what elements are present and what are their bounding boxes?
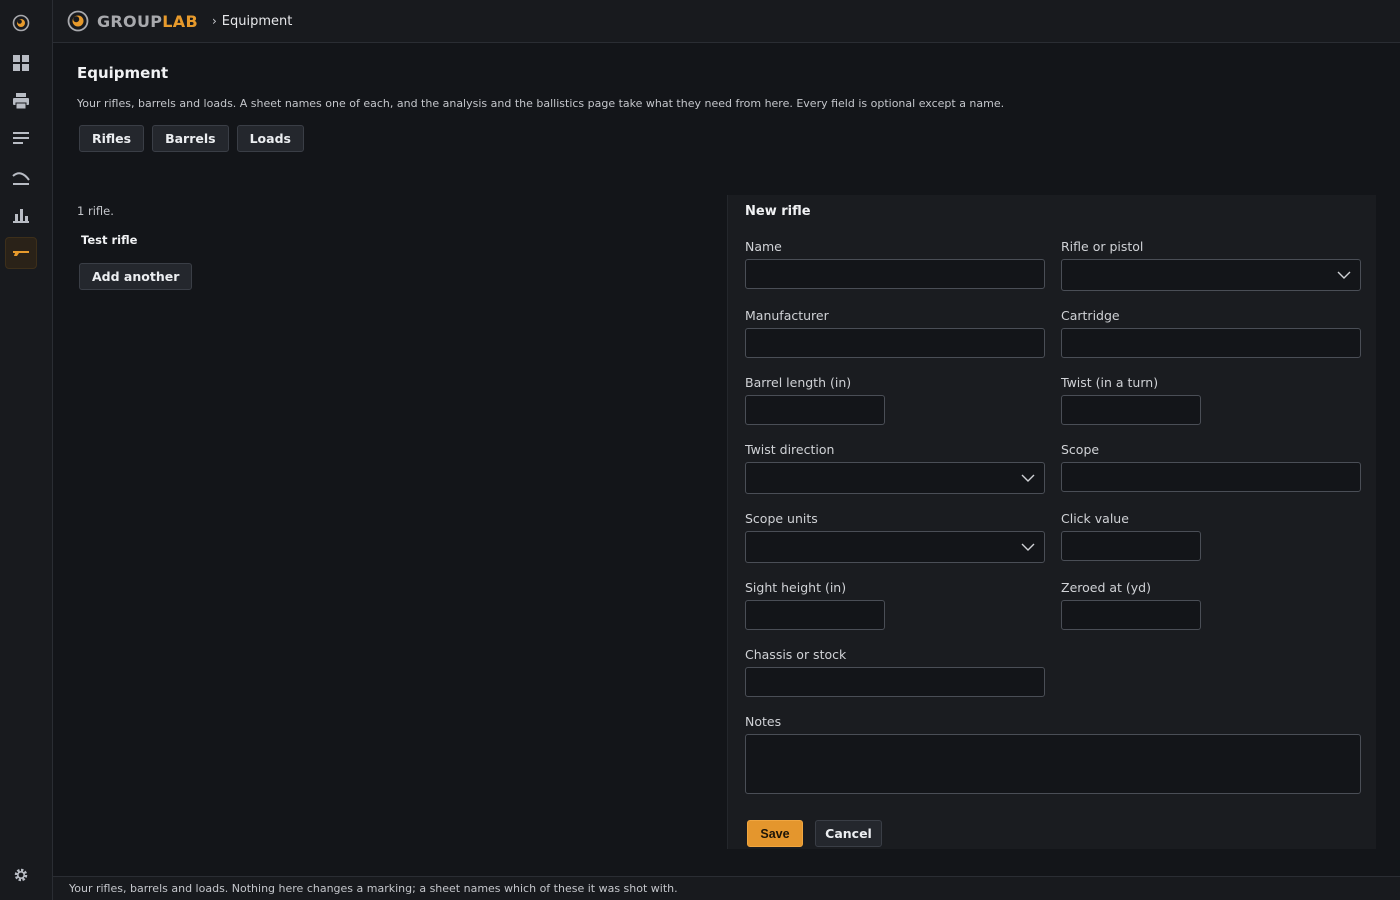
page-title: Equipment: [77, 64, 169, 82]
notes-label: Notes: [745, 714, 782, 729]
scope-units-label: Scope units: [745, 511, 818, 526]
equipment-tabs: Rifles Barrels Loads: [79, 125, 304, 152]
twist-field[interactable]: [1061, 395, 1201, 425]
brand-part-1: GROUP: [97, 11, 163, 31]
tab-rifles[interactable]: Rifles: [79, 125, 145, 152]
tab-loads[interactable]: Loads: [236, 125, 304, 152]
rail-item-equipment[interactable]: [5, 237, 37, 269]
rifle-or-pistol-select[interactable]: [1061, 259, 1361, 291]
notes-textarea[interactable]: [745, 734, 1361, 794]
breadcrumb-separator: ›: [211, 14, 217, 28]
rail-item-ballistics[interactable]: [5, 161, 37, 193]
name-field[interactable]: [745, 259, 1045, 289]
top-bar: GROUPLAB › Equipment: [53, 0, 1400, 43]
scope-units-select[interactable]: [745, 531, 1045, 563]
rail-item-stats[interactable]: [5, 199, 37, 231]
chevron-down-icon: [1337, 271, 1351, 279]
rail-item-print[interactable]: [5, 85, 37, 117]
sight-height-label: Sight height (in): [745, 580, 847, 595]
name-label: Name: [745, 239, 782, 254]
chevron-down-icon: [1021, 474, 1035, 482]
chassis-field[interactable]: [745, 667, 1045, 697]
twist-direction-label: Twist direction: [745, 442, 835, 457]
rifle-count: 1 rifle.: [77, 204, 114, 218]
click-value-label: Click value: [1061, 511, 1129, 526]
cartridge-label: Cartridge: [1061, 308, 1120, 323]
rail-logo[interactable]: [5, 7, 37, 39]
cartridge-field[interactable]: [1061, 328, 1361, 358]
add-another-button[interactable]: Add another: [79, 263, 193, 290]
scope-field[interactable]: [1061, 462, 1361, 492]
twist-direction-select[interactable]: [745, 462, 1045, 494]
bar-chart-icon: [13, 209, 29, 223]
breadcrumb-current: Equipment: [221, 13, 293, 29]
form-title: New rifle: [745, 204, 811, 219]
printer-icon: [13, 93, 29, 110]
manufacturer-field[interactable]: [745, 328, 1045, 358]
new-rifle-form: New rifle Name Rifle or pistol Manufactu…: [727, 195, 1376, 849]
status-text: Your rifles, barrels and loads. Nothing …: [69, 882, 678, 895]
chassis-label: Chassis or stock: [745, 647, 847, 662]
brand-name[interactable]: GROUPLAB: [97, 12, 198, 31]
dashboard-grid-icon: [13, 55, 29, 71]
zeroed-at-field[interactable]: [1061, 600, 1201, 630]
list-lines-icon: [13, 132, 29, 144]
save-button[interactable]: Save: [747, 820, 803, 847]
rail-item-dashboard[interactable]: [5, 47, 37, 79]
list-item[interactable]: Test rifle: [81, 233, 137, 247]
gear-icon: [14, 868, 28, 882]
scope-label: Scope: [1061, 442, 1100, 457]
rail-item-list[interactable]: [5, 122, 37, 154]
left-rail: [0, 0, 53, 900]
sight-height-field[interactable]: [745, 600, 885, 630]
tab-barrels[interactable]: Barrels: [152, 125, 229, 152]
rifle-icon: [13, 251, 29, 256]
manufacturer-label: Manufacturer: [745, 308, 829, 323]
twist-label: Twist (in a turn): [1061, 375, 1159, 390]
zeroed-at-label: Zeroed at (yd): [1061, 580, 1151, 595]
brand-part-2: LAB: [162, 11, 198, 31]
page-description: Your rifles, barrels and loads. A sheet …: [77, 97, 1005, 110]
rifle-or-pistol-label: Rifle or pistol: [1061, 239, 1144, 254]
trajectory-arc-icon: [12, 172, 30, 185]
barrel-length-field[interactable]: [745, 395, 885, 425]
logo-icon: [12, 14, 30, 32]
chevron-down-icon: [1021, 543, 1035, 551]
click-value-field[interactable]: [1061, 531, 1201, 561]
logo-icon[interactable]: [67, 10, 89, 32]
rail-item-settings[interactable]: [5, 859, 37, 891]
status-bar: Your rifles, barrels and loads. Nothing …: [53, 876, 1400, 900]
cancel-button[interactable]: Cancel: [815, 820, 882, 847]
barrel-length-label: Barrel length (in): [745, 375, 852, 390]
